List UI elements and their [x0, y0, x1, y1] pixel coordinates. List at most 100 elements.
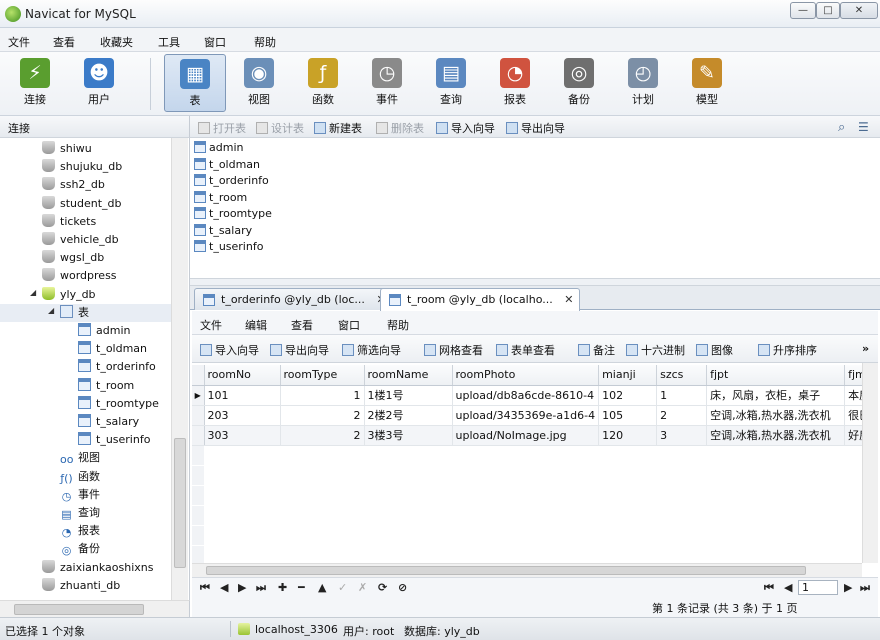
column-header[interactable]: fjpt [706, 365, 846, 386]
previous-record-icon[interactable]: ◀ [220, 581, 228, 594]
close-button[interactable]: ✕ [840, 2, 878, 19]
table-cell[interactable]: 101 [204, 385, 281, 406]
table-cell[interactable]: upload/db8a6cde-8610-4 [452, 385, 600, 406]
first-record-icon[interactable]: ⏮ [200, 581, 210, 595]
tree-scroll-thumb[interactable] [174, 438, 186, 568]
table-cell[interactable]: 102 [598, 385, 658, 406]
tab-t-room[interactable]: t_room @yly_db (localho... ✕ [380, 288, 581, 311]
inner-menu-view[interactable]: 查看 [291, 317, 313, 333]
list-view-icon[interactable]: ☰ [858, 120, 869, 134]
delete-record-icon[interactable]: ━ [298, 581, 305, 594]
grid-vertical-scrollbar[interactable] [862, 363, 878, 563]
column-header[interactable]: roomNo [204, 365, 281, 386]
table-cell[interactable]: 床，风扇，衣柜，桌子 [706, 385, 846, 406]
previous-page-icon[interactable]: ◀ [784, 581, 792, 594]
object-list-item[interactable]: t_salary [194, 223, 252, 239]
table-cell[interactable]: 303 [204, 425, 281, 446]
refresh-icon[interactable]: ⟳ [378, 581, 387, 594]
table-cell[interactable]: 1 [280, 385, 365, 406]
table-cell[interactable]: 2楼2号 [364, 405, 453, 426]
collapse-arrow-icon[interactable]: ◢ [30, 288, 36, 297]
sort-ascending-button[interactable]: 升序排序 [758, 342, 817, 358]
grid-import-wizard-button[interactable]: 导入向导 [200, 342, 259, 358]
table-cell[interactable]: 2 [280, 425, 365, 446]
inner-menu-edit[interactable]: 编辑 [245, 317, 267, 333]
page-number-input[interactable]: 1 [798, 580, 838, 595]
tree-database[interactable]: zaixiankaoshixns [0, 559, 172, 577]
grid-hscroll-thumb[interactable] [206, 566, 806, 575]
last-page-icon[interactable]: ⏭ [860, 581, 870, 595]
object-list-item[interactable]: t_orderinfo [194, 173, 269, 189]
tree-table-item[interactable]: t_room [0, 377, 172, 395]
toolbar-overflow-icon[interactable]: » [862, 342, 869, 355]
last-record-icon[interactable]: ⏭ [256, 581, 266, 595]
tree-node[interactable]: ƒ() 函数 [0, 468, 172, 486]
import-wizard-button[interactable]: 导入向导 [436, 120, 495, 136]
toolbar-function-button[interactable]: ƒ 函数 [292, 54, 354, 112]
move-up-icon[interactable]: ▲ [318, 581, 326, 594]
memo-button[interactable]: 备注 [578, 342, 615, 358]
search-icon[interactable]: ⌕ [838, 120, 845, 135]
table-cell[interactable]: 2 [280, 405, 365, 426]
next-record-icon[interactable]: ▶ [238, 581, 246, 594]
tree-node[interactable]: ▤ 查询 [0, 504, 172, 522]
tree-database[interactable]: wordpress [0, 267, 172, 285]
tree-node[interactable]: ◷ 事件 [0, 486, 172, 504]
tree-node[interactable]: ◎ 备份 [0, 540, 172, 558]
next-page-icon[interactable]: ▶ [844, 581, 852, 594]
toolbar-model-button[interactable]: ✎ 模型 [676, 54, 738, 112]
table-row[interactable]: 203 2 2楼2号 upload/3435369e-a1d6-4 105 2 空调,冰箱,… [192, 405, 876, 426]
grid-export-wizard-button[interactable]: 导出向导 [270, 342, 329, 358]
object-list-item[interactable]: admin [194, 140, 243, 156]
column-header[interactable]: roomPhoto [452, 365, 600, 386]
table-cell[interactable]: 3楼3号 [364, 425, 453, 446]
table-cell[interactable]: 105 [598, 405, 658, 426]
tree-database[interactable]: vehicle_db [0, 231, 172, 249]
export-wizard-button[interactable]: 导出向导 [506, 120, 565, 136]
tree-database[interactable]: zhuanti_db [0, 577, 172, 595]
minimize-button[interactable]: — [790, 2, 816, 19]
toolbar-view-button[interactable]: ◉ 视图 [228, 54, 290, 112]
toolbar-connection-button[interactable]: ⚡ 连接 [4, 54, 66, 112]
tree-table-item[interactable]: t_oldman [0, 340, 172, 358]
column-header[interactable]: mianji [598, 365, 658, 386]
tree-tables-folder[interactable]: 表 [0, 303, 172, 322]
object-list-item[interactable]: t_roomtype [194, 206, 272, 222]
menu-favorites[interactable]: 收藏夹 [100, 34, 133, 50]
stop-icon[interactable]: ⊘ [398, 581, 407, 594]
first-page-icon[interactable]: ⏮ [764, 581, 774, 595]
tree-vertical-scrollbar[interactable] [171, 138, 188, 600]
menu-window[interactable]: 窗口 [204, 34, 226, 50]
tree-database[interactable]: shiwu [0, 140, 172, 158]
tab-t-orderinfo[interactable]: t_orderinfo @yly_db (loc... ✕ [194, 288, 393, 310]
table-cell[interactable]: 空调,冰箱,热水器,洗衣机 [706, 405, 846, 426]
table-row[interactable]: 303 2 3楼3号 upload/NoImage.jpg 120 3 空调,冰箱,热水器,… [192, 425, 876, 446]
table-cell[interactable]: 空调,冰箱,热水器,洗衣机 [706, 425, 846, 446]
grid-horizontal-scrollbar[interactable] [192, 563, 862, 577]
table-cell[interactable]: 3 [656, 425, 708, 446]
table-cell[interactable]: 1 [656, 385, 708, 406]
column-header[interactable]: szcs [656, 365, 708, 386]
table-cell[interactable]: 2 [656, 405, 708, 426]
form-view-button[interactable]: 表单查看 [496, 342, 555, 358]
tree-hscroll-thumb[interactable] [14, 604, 144, 615]
table-cell[interactable]: upload/NoImage.jpg [452, 425, 600, 446]
inner-menu-window[interactable]: 窗口 [338, 317, 360, 333]
table-cell[interactable]: 203 [204, 405, 281, 426]
tree-node[interactable]: oo 视图 [0, 449, 172, 467]
menu-file[interactable]: 文件 [8, 34, 30, 50]
tree-horizontal-scrollbar[interactable] [0, 600, 190, 617]
filter-wizard-button[interactable]: 筛选向导 [342, 342, 401, 358]
table-cell[interactable]: 120 [598, 425, 658, 446]
tree-table-item[interactable]: t_orderinfo [0, 358, 172, 376]
table-row[interactable]: ▶ 101 1 1楼1号 upload/db8a6cde-8610-4 102 1 床，风扇，… [192, 385, 876, 406]
tree-database[interactable]: ssh2_db [0, 176, 172, 194]
object-list-item[interactable]: t_oldman [194, 157, 260, 173]
image-button[interactable]: 图像 [696, 342, 733, 358]
toolbar-user-button[interactable]: ☻ 用户 [68, 54, 130, 112]
tree-database[interactable]: student_db [0, 195, 172, 213]
grid-view-button[interactable]: 网格查看 [424, 342, 483, 358]
column-header[interactable]: roomType [280, 365, 365, 386]
hex-button[interactable]: 十六进制 [626, 342, 685, 358]
connection-tree[interactable]: shiwu shujuku_db ssh2_db student_db tickets v… [0, 138, 190, 600]
